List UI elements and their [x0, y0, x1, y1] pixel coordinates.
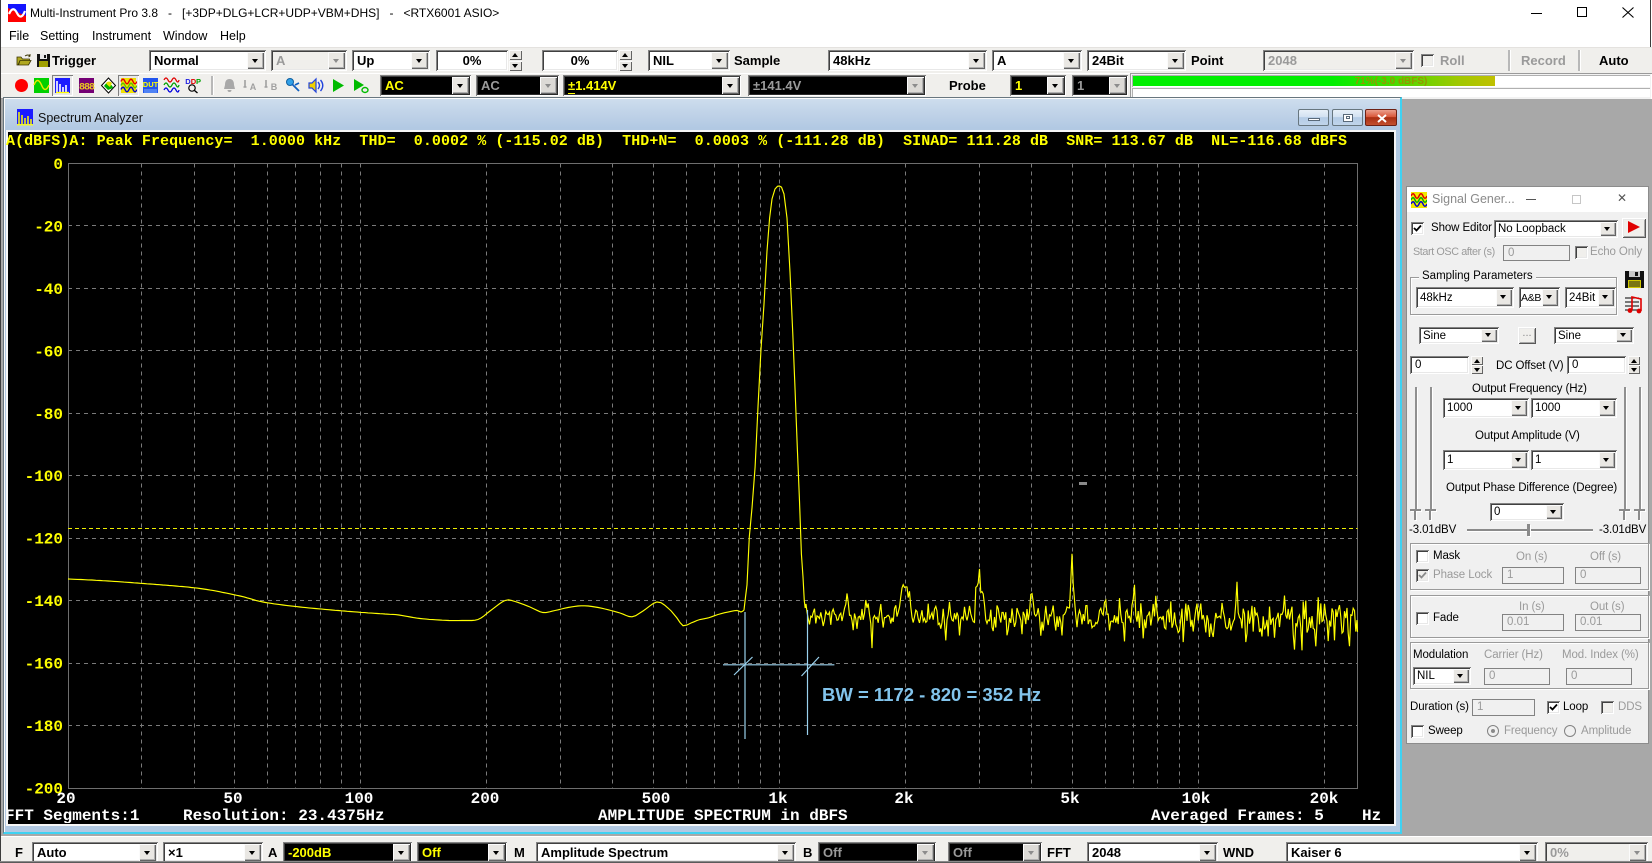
svg-text:2k: 2k	[894, 790, 914, 808]
svg-text:20: 20	[56, 790, 75, 808]
svg-text:20k: 20k	[1310, 790, 1339, 808]
svg-text:DUT: DUT	[143, 80, 159, 89]
svg-text:FFT Segments:1: FFT Segments:1	[7, 807, 139, 823]
svg-text:B: B	[271, 82, 278, 92]
svg-text:-40: -40	[34, 281, 63, 299]
svg-text:-140: -140	[25, 593, 63, 611]
svg-text:888: 888	[79, 83, 95, 94]
svg-text:5k: 5k	[1060, 790, 1080, 808]
svg-text:Resolution: 23.4375Hz: Resolution: 23.4375Hz	[183, 807, 385, 823]
svg-text:-160: -160	[25, 656, 63, 674]
svg-text:-60: -60	[34, 343, 63, 361]
svg-text:1k: 1k	[768, 790, 788, 808]
svg-text:P: P	[196, 77, 201, 86]
svg-text:-120: -120	[25, 531, 63, 549]
svg-text:-180: -180	[25, 718, 63, 736]
svg-text:0: 0	[53, 156, 63, 174]
svg-text:-80: -80	[34, 406, 63, 424]
svg-text:AMPLITUDE SPECTRUM in dBFS: AMPLITUDE SPECTRUM in dBFS	[598, 807, 848, 823]
svg-text:-20: -20	[34, 218, 63, 236]
svg-text:BW = 1172 - 820 = 352 Hz: BW = 1172 - 820 = 352 Hz	[822, 684, 1041, 705]
svg-text:A: A	[250, 82, 257, 92]
svg-text:-100: -100	[25, 468, 63, 486]
svg-text:Hz: Hz	[1362, 807, 1381, 823]
svg-text:Averaged Frames: 5: Averaged Frames: 5	[1151, 807, 1324, 823]
svg-text:50: 50	[223, 790, 242, 808]
svg-text:10k: 10k	[1182, 790, 1211, 808]
svg-text:100: 100	[345, 790, 374, 808]
svg-text:500: 500	[642, 790, 671, 808]
svg-text:200: 200	[471, 790, 500, 808]
